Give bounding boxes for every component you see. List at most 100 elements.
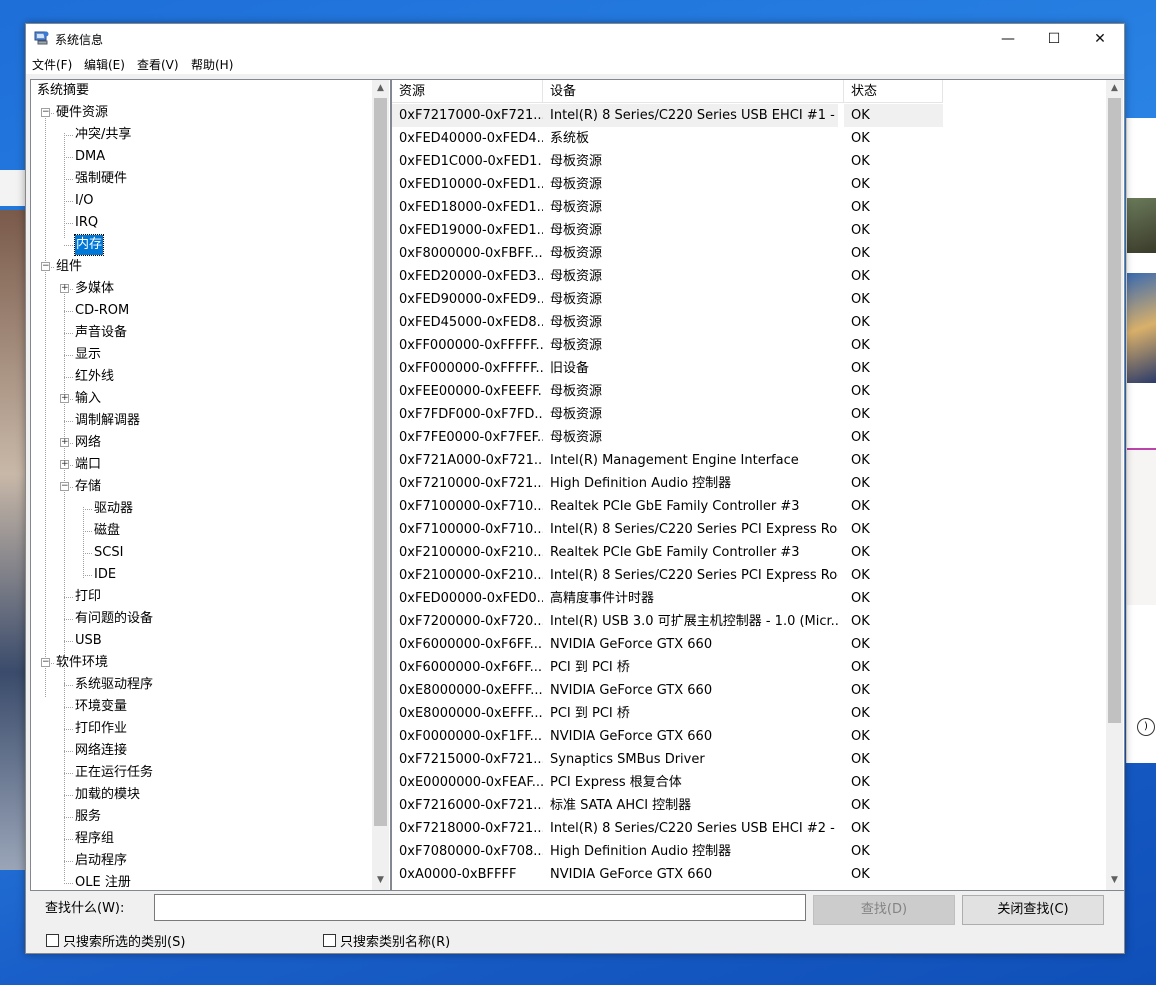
table-row[interactable]: 0xF7080000-0xF708... High Definition Audi…: [392, 840, 1106, 863]
table-row[interactable]: 0xF7216000-0xF721... 标准 SATA AHCI 控制器 OK: [392, 794, 1106, 817]
table-row[interactable]: 0xFED20000-0xFED3... 母板资源 OK: [392, 265, 1106, 288]
tree-item[interactable]: 系统摘要: [37, 81, 89, 101]
table-row[interactable]: 0xFF000000-0xFFFFF... 母板资源 OK: [392, 334, 1106, 357]
list-scroll-thumb[interactable]: [1108, 98, 1121, 723]
expand-icon[interactable]: +: [60, 438, 69, 447]
tree-item[interactable]: 调制解调器: [75, 411, 140, 431]
table-row[interactable]: 0xF7215000-0xF721... Synaptics SMBus Driv…: [392, 748, 1106, 771]
table-row[interactable]: 0xFED1C000-0xFED1... 母板资源 OK: [392, 150, 1106, 173]
tree-item[interactable]: IRQ: [75, 213, 98, 233]
table-row[interactable]: 0xF2100000-0xF210... Realtek PCIe GbE Fam…: [392, 541, 1106, 564]
scroll-up-icon[interactable]: ▲: [1106, 80, 1123, 97]
details-list[interactable]: 资源 设备 状态 0xF7217000-0xF721... Intel(R) 8 …: [391, 79, 1125, 891]
list-scrollbar[interactable]: ▲ ▼: [1106, 80, 1123, 890]
tree-item[interactable]: 硬件资源: [56, 103, 108, 123]
table-row[interactable]: 0xFED45000-0xFED8... 母板资源 OK: [392, 311, 1106, 334]
tree-item[interactable]: 软件环境: [56, 653, 108, 673]
collapse-icon[interactable]: −: [41, 658, 50, 667]
tree-item[interactable]: 有问题的设备: [75, 609, 153, 629]
scroll-down-icon[interactable]: ▼: [1106, 872, 1123, 889]
table-row[interactable]: 0xF7FDF000-0xF7FD... 母板资源 OK: [392, 403, 1106, 426]
table-row[interactable]: 0xFED40000-0xFED4... 系统板 OK: [392, 127, 1106, 150]
menu-edit[interactable]: 编辑(E): [84, 56, 125, 73]
tree-item[interactable]: 强制硬件: [75, 169, 127, 189]
tree-item[interactable]: 驱动器: [94, 499, 133, 519]
tree-item[interactable]: 声音设备: [75, 323, 127, 343]
minimize-button[interactable]: —: [985, 24, 1031, 54]
table-row[interactable]: 0xA0000-0xBFFFF NVIDIA GeForce GTX 660 OK: [392, 863, 1106, 886]
table-row[interactable]: 0xFED18000-0xFED1... 母板资源 OK: [392, 196, 1106, 219]
table-row[interactable]: 0xFF000000-0xFFFFF... 旧设备 OK: [392, 357, 1106, 380]
tree-item[interactable]: 系统驱动程序: [75, 675, 153, 695]
tree-scrollbar[interactable]: ▲ ▼: [372, 80, 389, 890]
maximize-button[interactable]: ☐: [1031, 24, 1077, 54]
tree-item[interactable]: 打印: [75, 587, 101, 607]
tree-item[interactable]: IDE: [94, 565, 116, 585]
expand-icon[interactable]: +: [60, 394, 69, 403]
tree-item[interactable]: CD-ROM: [75, 301, 129, 321]
tree-scroll-thumb[interactable]: [374, 98, 387, 826]
close-button[interactable]: ✕: [1077, 24, 1123, 54]
tree-item[interactable]: DMA: [75, 147, 105, 167]
table-row[interactable]: 0xFED90000-0xFED9... 母板资源 OK: [392, 288, 1106, 311]
menu-help[interactable]: 帮助(H): [191, 56, 233, 73]
table-row[interactable]: 0xFED00000-0xFED0... 高精度事件计时器 OK: [392, 587, 1106, 610]
tree-item[interactable]: 冲突/共享: [75, 125, 131, 145]
tree-item[interactable]: 程序组: [75, 829, 114, 849]
menu-view[interactable]: 查看(V): [137, 56, 179, 73]
table-row[interactable]: 0xF7210000-0xF721... High Definition Audi…: [392, 472, 1106, 495]
tree-item[interactable]: I/O: [75, 191, 93, 211]
table-row[interactable]: 0xE8000000-0xEFFF... NVIDIA GeForce GTX 6…: [392, 679, 1106, 702]
find-button[interactable]: 查找(D): [813, 895, 955, 925]
tree-item[interactable]: 存储: [75, 477, 101, 497]
tree-item[interactable]: 正在运行任务: [75, 763, 153, 783]
collapse-icon[interactable]: −: [60, 482, 69, 491]
tree-item[interactable]: 内存: [73, 234, 105, 256]
table-row[interactable]: 0xE0000000-0xFEAF... PCI Express 根复合体 OK: [392, 771, 1106, 794]
tree-item[interactable]: 输入: [75, 389, 101, 409]
tree-item[interactable]: SCSI: [94, 543, 123, 563]
table-row[interactable]: 0xF721A000-0xF721... Intel(R) Management …: [392, 449, 1106, 472]
collapse-icon[interactable]: −: [41, 108, 50, 117]
column-header-device[interactable]: 设备: [543, 80, 844, 103]
tree-item[interactable]: 显示: [75, 345, 101, 365]
tree-item[interactable]: USB: [75, 631, 102, 651]
table-row[interactable]: 0xF6000000-0xF6FF... PCI 到 PCI 桥 OK: [392, 656, 1106, 679]
tree-item[interactable]: 服务: [75, 807, 101, 827]
column-header-resource[interactable]: 资源: [392, 80, 543, 103]
table-row[interactable]: 0xFED19000-0xFED1... 母板资源 OK: [392, 219, 1106, 242]
tree-item[interactable]: 网络连接: [75, 741, 127, 761]
collapse-icon[interactable]: −: [41, 262, 50, 271]
column-header-status[interactable]: 状态: [844, 80, 943, 103]
table-row[interactable]: 0xF6000000-0xF6FF... NVIDIA GeForce GTX 6…: [392, 633, 1106, 656]
category-tree[interactable]: 系统摘要 − 硬件资源 冲突/共享 DMA 强制硬件 I/O IRQ 内存 − 组件 + 多媒体 CD-R…: [30, 79, 391, 891]
checkbox-icon[interactable]: [46, 934, 59, 947]
table-row[interactable]: 0xF7100000-0xF710... Realtek PCIe GbE Fam…: [392, 495, 1106, 518]
table-row[interactable]: 0xF2100000-0xF210... Intel(R) 8 Series/C2…: [392, 564, 1106, 587]
tree-item[interactable]: 端口: [75, 455, 101, 475]
expand-icon[interactable]: +: [60, 460, 69, 469]
scroll-down-icon[interactable]: ▼: [372, 872, 389, 889]
tree-item[interactable]: 组件: [56, 257, 82, 277]
tree-item[interactable]: 网络: [75, 433, 101, 453]
scroll-up-icon[interactable]: ▲: [372, 80, 389, 97]
table-row[interactable]: 0xF7FE0000-0xF7FEF... 母板资源 OK: [392, 426, 1106, 449]
tree-item[interactable]: 打印作业: [75, 719, 127, 739]
tree-item[interactable]: 加载的模块: [75, 785, 140, 805]
table-row[interactable]: 0xE8000000-0xEFFF... PCI 到 PCI 桥 OK: [392, 702, 1106, 725]
table-row[interactable]: 0xF7218000-0xF721... Intel(R) 8 Series/C2…: [392, 817, 1106, 840]
table-row[interactable]: 0xF0000000-0xF1FF... NVIDIA GeForce GTX 6…: [392, 725, 1106, 748]
tree-item[interactable]: OLE 注册: [75, 873, 131, 890]
expand-icon[interactable]: +: [60, 284, 69, 293]
tree-item[interactable]: 多媒体: [75, 279, 114, 299]
table-row[interactable]: 0xFEE00000-0xFEEFF... 母板资源 OK: [392, 380, 1106, 403]
checkbox-icon[interactable]: [323, 934, 336, 947]
tree-item[interactable]: 启动程序: [75, 851, 127, 871]
tree-item[interactable]: 红外线: [75, 367, 114, 387]
table-row[interactable]: 0xF7100000-0xF710... Intel(R) 8 Series/C2…: [392, 518, 1106, 541]
table-row[interactable]: 0xF8000000-0xFBFF... 母板资源 OK: [392, 242, 1106, 265]
find-input[interactable]: [154, 894, 806, 921]
table-row[interactable]: 0xFED10000-0xFED1... 母板资源 OK: [392, 173, 1106, 196]
table-row[interactable]: 0xF7217000-0xF721... Intel(R) 8 Series/C2…: [392, 104, 1106, 127]
table-row[interactable]: 0xF7200000-0xF720... Intel(R) USB 3.0 可扩展…: [392, 610, 1106, 633]
